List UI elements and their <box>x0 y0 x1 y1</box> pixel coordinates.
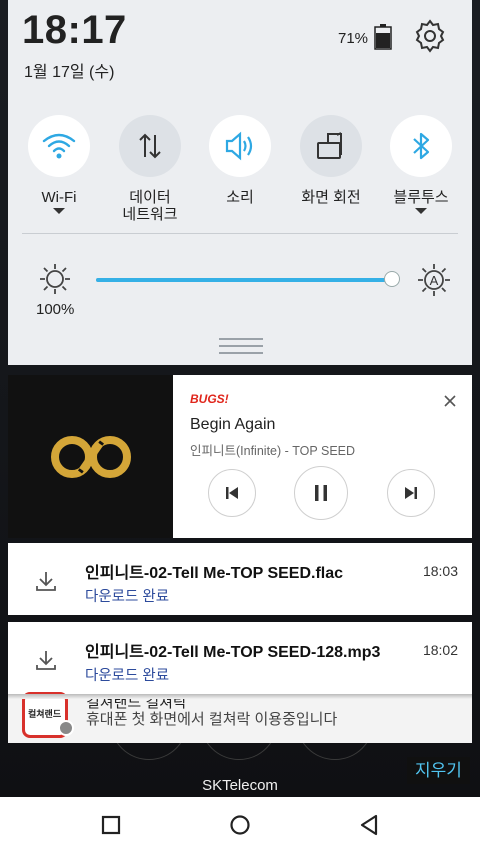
auto-brightness-icon[interactable]: A <box>416 262 452 298</box>
song-title: Begin Again <box>190 416 276 433</box>
download-status: 다운로드 완료 <box>85 668 170 684</box>
download-status: 다운로드 완료 <box>85 589 170 605</box>
brightness-percent: 100% <box>36 301 75 318</box>
chevron-down-icon[interactable] <box>415 208 427 214</box>
data-network-icon <box>139 133 161 159</box>
download-icon <box>36 651 56 670</box>
tile-label-bluetooth: 블루투스 <box>393 189 449 206</box>
download-notification[interactable]: 인피니트-02-Tell Me-TOP SEED.flac 다운로드 완료 18… <box>8 543 472 615</box>
clear-all-button[interactable]: 지우기 <box>407 757 470 784</box>
battery-percent: 71% <box>338 30 369 47</box>
tile-label-wifi: Wi-Fi <box>41 189 77 206</box>
brightness-slider[interactable] <box>96 278 392 282</box>
svg-text:A: A <box>430 273 439 288</box>
screen-rotate-icon <box>317 132 342 159</box>
notification-badge-icon <box>58 720 74 736</box>
sound-icon <box>225 131 253 161</box>
brightness-sun-icon <box>40 264 70 294</box>
status-date: 1월 17일 (수) <box>24 64 115 81</box>
screen-rotate-toggle[interactable] <box>300 115 362 177</box>
recents-button[interactable] <box>97 811 125 839</box>
cultureland-icon-label: 컬쳐랜드 <box>28 709 62 719</box>
recents-icon <box>101 815 121 835</box>
close-icon[interactable] <box>442 393 458 409</box>
battery-icon <box>374 24 392 50</box>
bluetooth-icon <box>413 132 430 160</box>
back-icon <box>360 814 378 836</box>
brightness-slider-thumb[interactable] <box>384 271 400 287</box>
pause-icon <box>315 485 327 501</box>
home-button[interactable] <box>226 811 254 839</box>
chevron-down-icon[interactable] <box>53 208 65 214</box>
status-clock: 18:17 <box>22 8 127 52</box>
bluetooth-toggle[interactable] <box>390 115 452 177</box>
previous-button[interactable] <box>208 469 256 517</box>
bugs-app-logo: BUGS! <box>190 392 229 406</box>
download-title: 인피니트-02-Tell Me-TOP SEED-128.mp3 <box>85 644 381 661</box>
brightness-slider-fill <box>96 278 392 282</box>
quick-settings-panel: 18:17 1월 17일 (수) 71% Wi-Fi 데이터 네트워크 소리 화… <box>8 0 472 365</box>
data-network-toggle[interactable] <box>119 115 181 177</box>
next-icon <box>405 487 417 499</box>
next-button[interactable] <box>387 469 435 517</box>
song-artist: 인피니트(Infinite) - TOP SEED <box>190 444 356 458</box>
download-title: 인피니트-02-Tell Me-TOP SEED.flac <box>85 565 344 582</box>
pause-button[interactable] <box>294 466 348 520</box>
home-icon <box>230 815 250 835</box>
gear-icon[interactable] <box>412 18 448 54</box>
tile-label-sound: 소리 <box>226 189 254 206</box>
previous-icon <box>226 487 238 499</box>
divider <box>22 233 458 234</box>
download-time: 18:03 <box>422 563 458 579</box>
download-icon <box>36 572 56 591</box>
cultureland-text: 휴대폰 첫 화면에서 컬쳐락 이용중입니다 <box>86 711 338 728</box>
media-notification[interactable]: BUGS! Begin Again 인피니트(Infinite) - TOP S… <box>8 375 472 538</box>
tile-label-screen-rotate: 화면 회전 <box>301 189 361 206</box>
navigation-bar <box>0 797 480 853</box>
cultureland-notification[interactable]: 컬쳐랜드 컬쳐랜드 컬쳐락 휴대폰 첫 화면에서 컬쳐락 이용중입니다 <box>8 692 472 743</box>
panel-drag-handle[interactable] <box>219 338 263 358</box>
back-button[interactable] <box>355 811 383 839</box>
album-art <box>8 375 173 538</box>
wifi-icon <box>42 133 76 159</box>
wifi-toggle[interactable] <box>28 115 90 177</box>
download-time: 18:02 <box>422 642 458 658</box>
card-shadow <box>8 694 472 699</box>
tile-label-data-network: 데이터 네트워크 <box>122 189 178 223</box>
infinity-logo <box>50 435 131 478</box>
sound-toggle[interactable] <box>209 115 271 177</box>
download-notification[interactable]: 인피니트-02-Tell Me-TOP SEED-128.mp3 다운로드 완료… <box>8 622 472 694</box>
